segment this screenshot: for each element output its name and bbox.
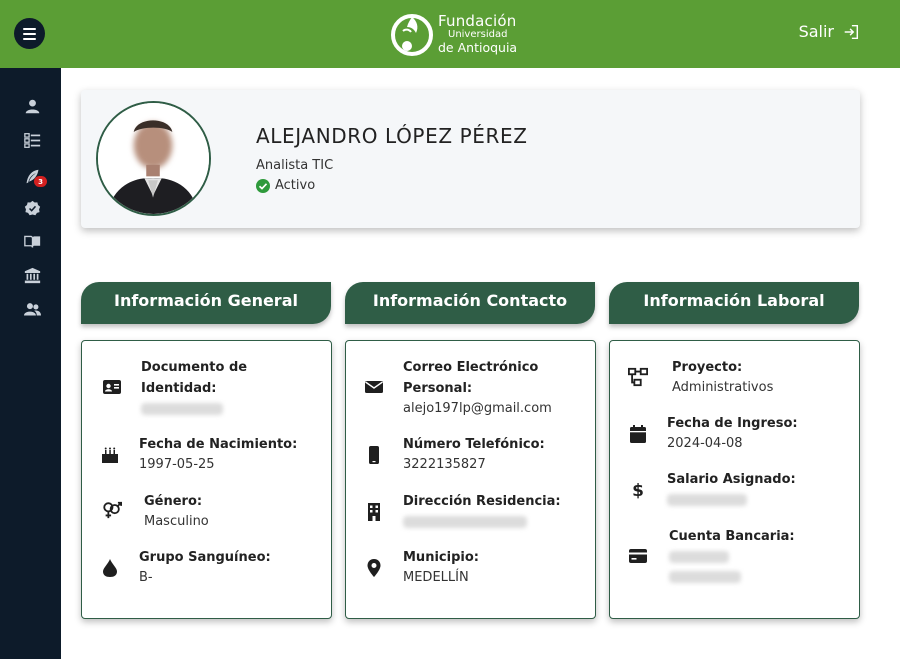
field-label: Salario Asignado: xyxy=(667,472,796,487)
logout-label: Salir xyxy=(798,22,834,41)
field-value: MEDELLÍN xyxy=(403,570,469,585)
field-label: Cuenta Bancaria: xyxy=(669,529,795,544)
employee-name: ALEJANDRO LÓPEZ PÉREZ xyxy=(256,124,528,148)
section-header-general[interactable]: Información General xyxy=(81,282,331,324)
field-value: 2024-04-08 xyxy=(667,436,743,451)
field-value: 3222135827 xyxy=(403,457,486,472)
check-circle-icon xyxy=(256,178,270,193)
work-info-card: Proyecto: Administrativos Fecha de Ingre… xyxy=(609,340,860,619)
logo-emblem-icon xyxy=(391,14,433,56)
hamburger-icon xyxy=(23,27,36,30)
field-label: Correo Electrónico Personal: xyxy=(403,360,539,396)
status-badge: Activo xyxy=(256,178,315,193)
field-value: alejo197lp@gmail.com xyxy=(403,401,552,416)
logo-line1: Fundación xyxy=(438,12,517,31)
logo-line3: de Antioquia xyxy=(438,39,518,55)
logo[interactable]: Fundación Universidad de Antioquia xyxy=(389,8,519,60)
svg-text:$: $ xyxy=(632,481,644,500)
field-label: Municipio: xyxy=(403,550,479,565)
field-value-redacted xyxy=(403,512,527,532)
field-value: Masculino xyxy=(144,514,209,529)
credit-card-icon xyxy=(629,549,647,563)
profile-card: ALEJANDRO LÓPEZ PÉREZ Analista TIC Activ… xyxy=(81,90,860,228)
logo-line2: Universidad xyxy=(448,29,508,41)
sidebar-item-requests[interactable]: 3 xyxy=(22,166,47,187)
field-label: Género: xyxy=(144,494,203,509)
dollar-icon: $ xyxy=(632,481,644,500)
contact-info-card: Correo Electrónico Personal: alejo197lp@… xyxy=(345,340,596,619)
book-icon xyxy=(23,235,40,248)
building-icon xyxy=(368,503,380,521)
sidebar-item-profile[interactable] xyxy=(22,96,42,116)
hamburger-menu-button[interactable] xyxy=(14,18,45,49)
notification-badge: 3 xyxy=(34,176,47,187)
birthday-cake-icon xyxy=(102,447,118,463)
sidebar: 3 xyxy=(0,68,61,659)
avatar xyxy=(96,101,211,216)
sidebar-item-verification[interactable] xyxy=(22,198,42,218)
field-label: Número Telefónico: xyxy=(403,437,545,452)
id-card-icon xyxy=(103,380,121,394)
gender-icon xyxy=(103,501,122,519)
employee-role: Analista TIC xyxy=(256,158,334,173)
field-label: Dirección Residencia: xyxy=(403,494,561,509)
field-label: Proyecto: xyxy=(672,360,743,375)
bank-icon xyxy=(24,267,40,283)
field-value: 1997-05-25 xyxy=(139,457,215,472)
field-label: Fecha de Ingreso: xyxy=(667,416,798,431)
project-diagram-icon xyxy=(628,367,648,387)
section-header-work[interactable]: Información Laboral xyxy=(609,282,859,324)
profile-photo xyxy=(98,103,209,214)
section-header-contact[interactable]: Información Contacto xyxy=(345,282,595,324)
sidebar-item-institution[interactable] xyxy=(22,265,42,285)
sidebar-item-tasks[interactable] xyxy=(22,130,42,150)
field-label: Fecha de Nacimiento: xyxy=(139,437,298,452)
field-value: B- xyxy=(139,570,153,585)
user-icon xyxy=(25,99,39,113)
logout-button[interactable]: Salir xyxy=(799,22,860,41)
users-icon xyxy=(23,302,41,315)
field-value-redacted xyxy=(141,399,223,419)
field-value: Administrativos xyxy=(672,380,774,395)
blood-drop-icon xyxy=(103,559,117,577)
task-list-icon xyxy=(23,132,40,148)
badge-check-icon xyxy=(24,200,40,215)
status-label: Activo xyxy=(275,178,316,193)
mobile-phone-icon xyxy=(369,446,379,464)
field-label: Documento de Identidad: xyxy=(141,360,248,396)
sidebar-item-documents[interactable] xyxy=(22,231,42,251)
top-bar: Fundación Universidad de Antioquia Salir xyxy=(0,0,900,68)
field-label: Grupo Sanguíneo: xyxy=(139,550,271,565)
sign-in-icon xyxy=(844,24,859,39)
sidebar-item-team[interactable] xyxy=(22,299,42,319)
field-value-redacted xyxy=(669,547,779,587)
location-pin-icon xyxy=(367,559,381,577)
general-info-card: Documento de Identidad: Fecha de Nacimie… xyxy=(81,340,332,619)
calendar-icon xyxy=(630,425,646,443)
field-value-redacted xyxy=(667,490,747,510)
envelope-icon xyxy=(365,381,383,393)
